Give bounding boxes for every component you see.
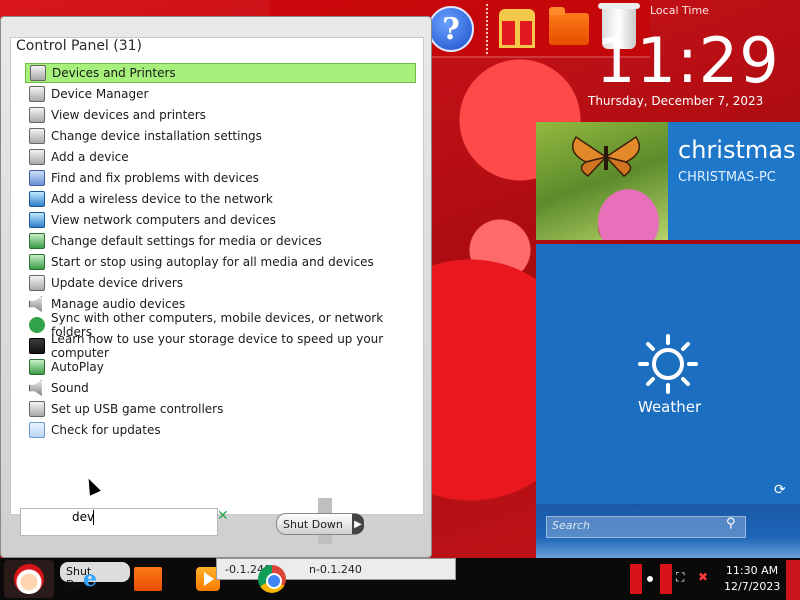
tray-indicator [630,564,642,594]
result-item-label: Change device installation settings [51,129,262,143]
santa-icon [14,564,44,594]
start-button[interactable] [4,560,54,598]
printer-icon [29,401,45,417]
folder-icon[interactable] [546,6,592,52]
taskbar-window-label-2: n-0.1.240 [308,563,362,576]
printer-icon [29,149,45,165]
clock-date: Thursday, December 7, 2023 [588,94,764,108]
weather-label: Weather [638,398,702,416]
results-header[interactable]: Control Panel (31) [16,38,142,54]
printer-icon [29,128,45,144]
device-icon [29,170,45,186]
media-icon [29,233,45,249]
result-item[interactable]: Add a device [25,147,416,167]
result-item[interactable]: Set up USB game controllers [25,399,416,419]
result-item[interactable]: Check for updates [25,420,416,440]
computer-name: CHRISTMAS-PC [678,170,776,185]
shutdown-button[interactable]: Shut Down [276,513,364,535]
clock-time: 11:29 [596,24,780,97]
printer-icon [29,107,45,123]
result-item-label: Manage audio devices [51,297,186,311]
result-item-label: Learn how to use your storage device to … [51,332,384,360]
result-item-label: Update device drivers [51,276,184,290]
tray-dot [647,576,653,582]
help-icon[interactable]: ? [428,6,474,52]
update-icon [29,422,45,438]
printer-icon [29,86,45,102]
result-item-label: Add a wireless device to the network [51,192,273,206]
taskbar-window-preview[interactable]: -0.1.240 n-0.1.240 [216,558,456,580]
result-item[interactable]: AutoPlay [25,357,416,377]
result-item-label: Start or stop using autoplay for all med… [51,255,374,269]
clock-label: Local Time [650,4,709,17]
storage-icon [29,338,45,354]
network-icon [29,212,45,228]
result-item-label: Set up USB game controllers [51,402,224,416]
media-icon [29,359,45,375]
taskbar-date[interactable]: 12/7/2023 [724,580,780,593]
result-item[interactable]: Device Manager [25,84,416,104]
result-item-label: Sound [51,381,89,395]
user-photo [536,122,668,240]
start-search-input[interactable] [20,508,218,536]
result-item-label: Find and fix problems with devices [51,171,259,185]
gift-icon[interactable] [494,6,540,52]
result-item-label: Change default settings for media or dev… [51,234,322,248]
result-item[interactable]: Start or stop using autoplay for all med… [25,252,416,272]
show-desktop-button[interactable] [786,560,800,600]
result-item-label: Device Manager [51,87,149,101]
result-item-label: Add a device [51,150,129,164]
result-item-label: Check for updates [51,423,161,437]
taskbar-time[interactable]: 11:30 AM [724,564,780,577]
text-cursor [93,510,94,525]
result-item-label: View devices and printers [51,108,206,122]
network-icon [29,191,45,207]
result-item[interactable]: Devices and Printers [25,63,416,83]
dock-separator [486,4,488,54]
result-item[interactable]: Update device drivers [25,273,416,293]
sound-icon [29,380,42,396]
volume-muted-icon[interactable]: ✖ [698,570,708,584]
butterfly-image [571,135,641,177]
explorer-folder-icon[interactable] [130,562,166,596]
internet-explorer-icon[interactable]: e [72,562,108,596]
result-item-label: AutoPlay [51,360,104,374]
shutdown-options-icon[interactable]: ▶ [352,514,364,534]
search-placeholder: Search [552,519,591,532]
user-name: christmas [678,136,796,164]
sync-icon [29,317,45,333]
result-item[interactable]: Find and fix problems with devices [25,168,416,188]
sound-icon [29,296,42,312]
media-icon [29,254,45,270]
result-item[interactable]: Sound [25,378,416,398]
search-icon[interactable]: ⚲ [726,516,736,531]
result-item[interactable]: View network computers and devices [25,210,416,230]
tray-indicator-2 [660,564,672,594]
result-item-label: Devices and Printers [52,66,176,80]
start-search-value: dev [72,510,95,524]
printer-icon [29,275,45,291]
result-item[interactable]: View devices and printers [25,105,416,125]
chrome-icon[interactable] [254,562,290,596]
clear-search-icon[interactable]: ✕ [217,508,229,524]
result-item[interactable]: Learn how to use your storage device to … [25,332,416,360]
result-item[interactable]: Change default settings for media or dev… [25,231,416,251]
printer-icon [30,65,46,81]
refresh-icon[interactable]: ⟳ [774,482,786,498]
result-item[interactable]: Add a wireless device to the network [25,189,416,209]
result-item-label: View network computers and devices [51,213,276,227]
result-item[interactable]: Change device installation settings [25,126,416,146]
sun-icon [638,334,698,394]
network-icon[interactable]: ⛶ [676,570,684,585]
